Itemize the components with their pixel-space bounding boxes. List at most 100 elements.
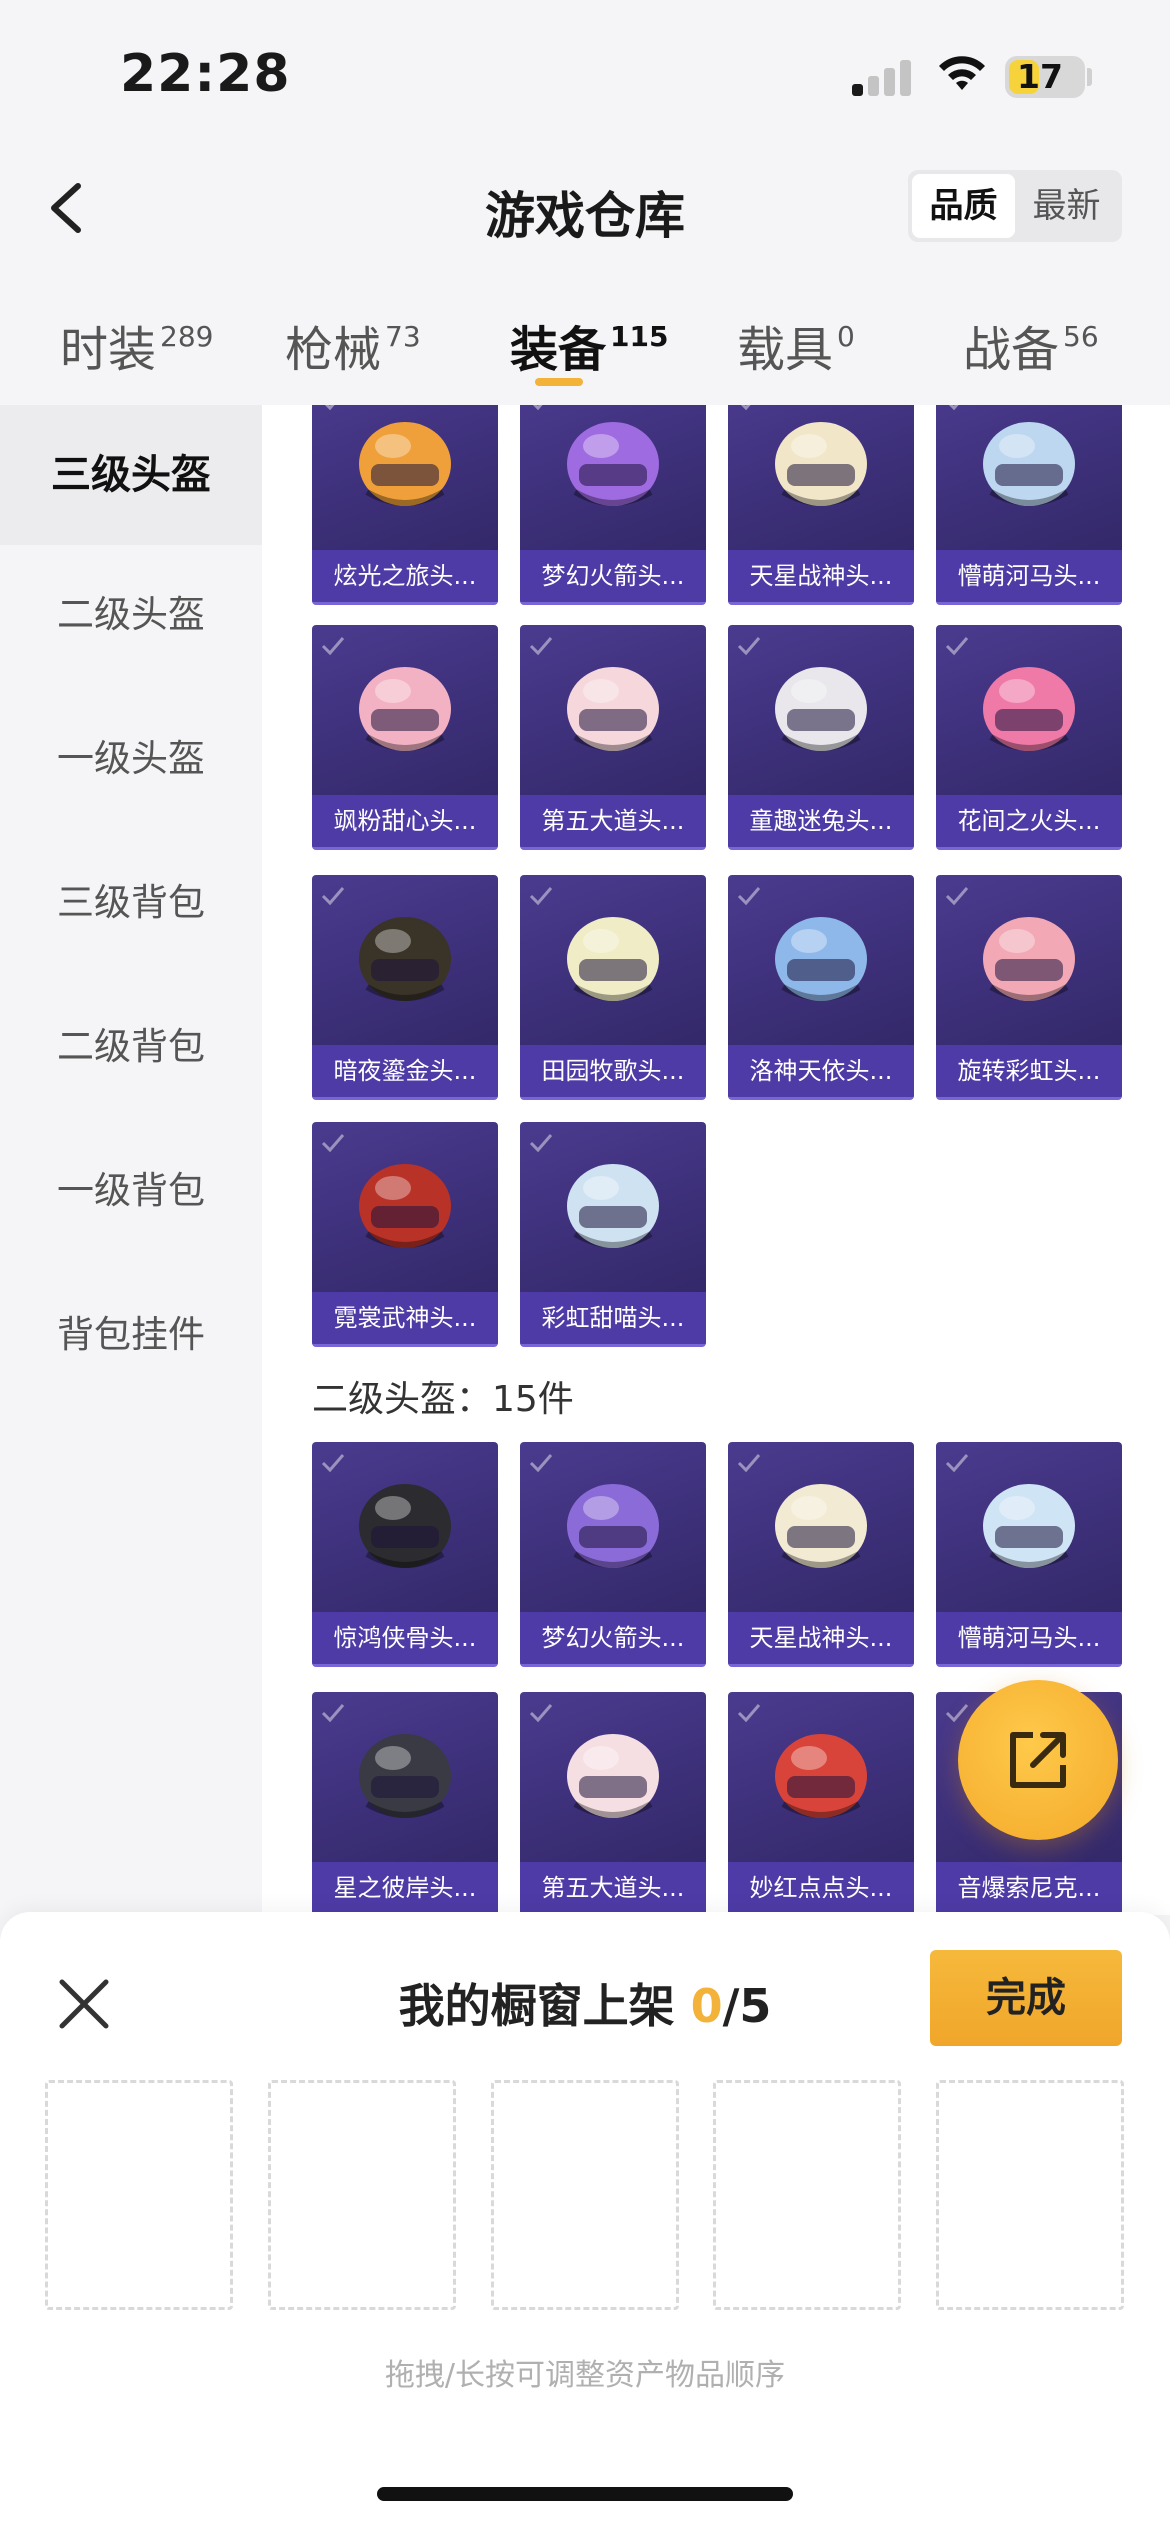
helmet-icon	[567, 1734, 659, 1818]
screen: 22:28 17 游戏仓库 品质 最新 时装 289 枪械 73 装备 115 …	[0, 0, 1170, 2532]
done-button[interactable]: 完成	[930, 1950, 1122, 2046]
sidebar-item-level3-helmet[interactable]: 三级头盔	[0, 405, 262, 545]
item-card[interactable]: 天星战神头...	[728, 1442, 914, 1667]
helmet-icon	[567, 917, 659, 1001]
item-card[interactable]: 梦幻火箭头...	[520, 1442, 706, 1667]
item-card-label: 炫光之旅头...	[312, 550, 498, 602]
showcase-slot[interactable]	[268, 2080, 456, 2310]
item-card-label: 惊鸿侠骨头...	[312, 1612, 498, 1664]
showcase-slot[interactable]	[45, 2080, 233, 2310]
battery-level: 17	[1017, 57, 1063, 96]
item-card[interactable]: 妙红点点头...	[728, 1692, 914, 1912]
item-card-label: 音爆索尼克...	[936, 1862, 1122, 1912]
item-card-label: 花间之火头...	[936, 795, 1122, 847]
tab-label: 装备	[510, 322, 607, 378]
item-card[interactable]: 第五大道头...	[520, 1692, 706, 1912]
item-card[interactable]: 童趣迷兔头...	[728, 625, 914, 850]
helmet-icon	[983, 422, 1075, 506]
checkmark-icon	[529, 637, 553, 656]
sidebar-item-level2-helmet[interactable]: 二级头盔	[0, 545, 262, 685]
tab-vehicles[interactable]: 载具 0	[737, 310, 855, 390]
status-bar: 22:28 17	[0, 0, 1170, 150]
share-button[interactable]	[958, 1680, 1118, 1840]
showcase-count-current: 0	[690, 1979, 723, 2033]
sort-option-newest[interactable]: 最新	[1015, 174, 1118, 238]
helmet-icon	[567, 667, 659, 751]
item-card[interactable]: 第五大道头...	[520, 625, 706, 850]
helmet-icon	[775, 1734, 867, 1818]
item-card-label: 暗夜鎏金头...	[312, 1045, 498, 1097]
checkmark-icon	[737, 637, 761, 656]
helmet-icon	[983, 1484, 1075, 1568]
battery-icon: 17	[1005, 56, 1085, 98]
checkmark-icon	[945, 1454, 969, 1473]
sidebar-item-level1-helmet[interactable]: 一级头盔	[0, 689, 262, 829]
item-card-label: 梦幻火箭头...	[520, 1612, 706, 1664]
sidebar-item-level1-backpack[interactable]: 一级背包	[0, 1121, 262, 1261]
item-card[interactable]: 炫光之旅头...	[312, 405, 498, 605]
item-card-label: 飒粉甜心头...	[312, 795, 498, 847]
item-card[interactable]: 懵萌河马头...	[936, 405, 1122, 605]
helmet-icon	[359, 1484, 451, 1568]
showcase-slot[interactable]	[713, 2080, 901, 2310]
item-card[interactable]: 洛神天依头...	[728, 875, 914, 1100]
showcase-sheet: 我的橱窗上架 0/5 完成 拖拽/长按可调整资产物品顺序	[0, 1912, 1170, 2532]
helmet-icon	[359, 1164, 451, 1248]
checkmark-icon	[737, 1454, 761, 1473]
tab-weapons[interactable]: 枪械 73	[285, 310, 421, 390]
helmet-icon	[359, 667, 451, 751]
reorder-hint: 拖拽/长按可调整资产物品顺序	[384, 2358, 786, 2393]
helmet-icon	[983, 667, 1075, 751]
battery-cap	[1087, 68, 1092, 86]
item-card-label: 梦幻火箭头...	[520, 550, 706, 602]
item-card[interactable]: 田园牧歌头...	[520, 875, 706, 1100]
sort-option-quality[interactable]: 品质	[912, 174, 1015, 238]
helmet-icon	[775, 667, 867, 751]
sidebar-item-level3-backpack[interactable]: 三级背包	[0, 833, 262, 973]
tab-gear[interactable]: 战备 56	[963, 310, 1099, 390]
tab-label: 时装	[60, 322, 157, 378]
item-card[interactable]: 花间之火头...	[936, 625, 1122, 850]
checkmark-icon	[529, 1704, 553, 1723]
item-card[interactable]: 霓裳武神头...	[312, 1122, 498, 1347]
item-card[interactable]: 星之彼岸头...	[312, 1692, 498, 1912]
item-card-label: 洛神天依头...	[728, 1045, 914, 1097]
tab-equipment[interactable]: 装备 115	[510, 310, 668, 390]
tab-count: 0	[837, 320, 855, 353]
showcase-slot[interactable]	[491, 2080, 679, 2310]
item-card[interactable]: 懵萌河马头...	[936, 1442, 1122, 1667]
sheet-title-text: 我的橱窗上架	[398, 1979, 675, 2033]
showcase-slot[interactable]	[936, 2080, 1124, 2310]
helmet-icon	[567, 1484, 659, 1568]
item-card[interactable]: 暗夜鎏金头...	[312, 875, 498, 1100]
item-card-label: 妙红点点头...	[728, 1862, 914, 1912]
tab-fashion[interactable]: 时装 289	[60, 310, 213, 390]
item-card[interactable]: 惊鸿侠骨头...	[312, 1442, 498, 1667]
helmet-icon	[775, 1484, 867, 1568]
checkmark-icon	[529, 1454, 553, 1473]
category-tabs: 时装 289 枪械 73 装备 115 载具 0 战备 56	[0, 260, 1170, 405]
checkmark-icon	[945, 637, 969, 656]
sidebar-item-level2-backpack[interactable]: 二级背包	[0, 977, 262, 1117]
tab-count: 115	[610, 320, 669, 353]
helmet-icon	[567, 1164, 659, 1248]
checkmark-icon	[321, 1454, 345, 1473]
item-card[interactable]: 飒粉甜心头...	[312, 625, 498, 850]
item-card[interactable]: 梦幻火箭头...	[520, 405, 706, 605]
checkmark-icon	[529, 1134, 553, 1153]
item-card[interactable]: 彩虹甜喵头...	[520, 1122, 706, 1347]
item-card[interactable]: 天星战神头...	[728, 405, 914, 605]
checkmark-icon	[321, 637, 345, 656]
item-card[interactable]: 旋转彩虹头...	[936, 875, 1122, 1100]
signal-icon	[852, 56, 912, 96]
checkmark-icon	[945, 887, 969, 906]
checkmark-icon	[321, 1134, 345, 1153]
helmet-icon	[983, 917, 1075, 1001]
helmet-icon	[359, 422, 451, 506]
checkmark-icon	[737, 1704, 761, 1723]
sidebar-item-backpack-charm[interactable]: 背包挂件	[0, 1265, 262, 1405]
helmet-icon	[775, 917, 867, 1001]
tab-count: 73	[385, 320, 421, 353]
checkmark-icon	[321, 887, 345, 906]
item-card-label: 第五大道头...	[520, 1862, 706, 1912]
